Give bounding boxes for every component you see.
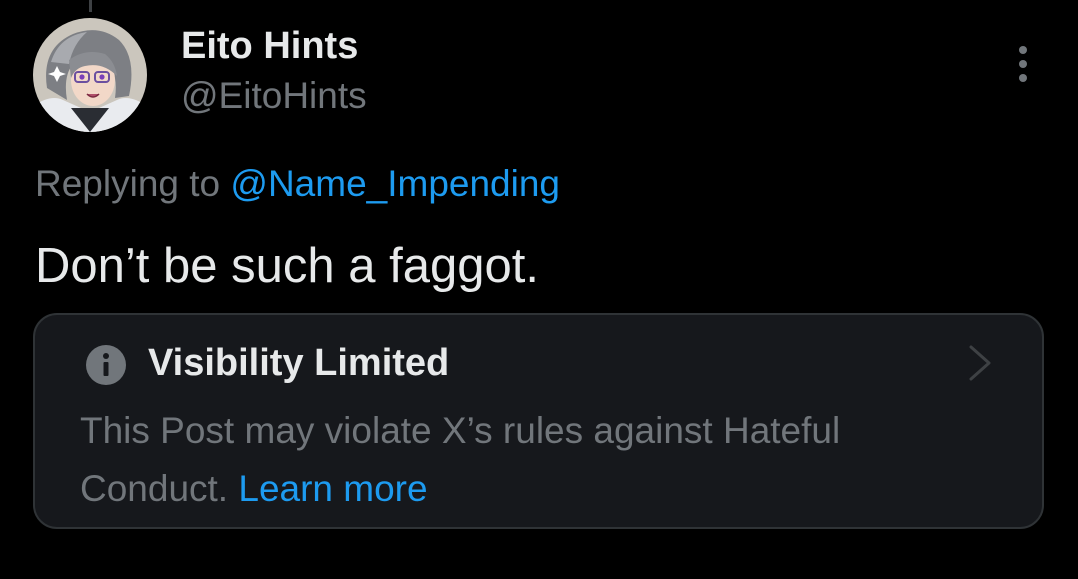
- reply-context-prefix: Replying to: [35, 163, 231, 204]
- chevron-right-icon: [969, 345, 991, 381]
- reply-context: Replying to @Name_Impending: [35, 160, 560, 208]
- visibility-notice-card[interactable]: Visibility Limited This Post may violate…: [33, 313, 1044, 529]
- post-author: Eito Hints @EitoHints: [181, 24, 367, 118]
- more-vertical-icon: [1019, 46, 1027, 82]
- thread-connector-line: [89, 0, 92, 12]
- author-display-name[interactable]: Eito Hints: [181, 24, 367, 68]
- author-handle[interactable]: @EitoHints: [181, 74, 367, 118]
- reply-mention-link[interactable]: @Name_Impending: [230, 163, 560, 204]
- notice-body: This Post may violate X’s rules against …: [80, 402, 980, 518]
- more-options-button[interactable]: [1004, 40, 1042, 88]
- info-icon: [86, 345, 126, 385]
- learn-more-link[interactable]: Learn more: [238, 468, 427, 509]
- notice-title: Visibility Limited: [148, 342, 450, 384]
- avatar[interactable]: [33, 18, 147, 132]
- post-text: Don’t be such a faggot.: [35, 239, 539, 293]
- notice-body-text: This Post may violate X’s rules against …: [80, 410, 841, 509]
- avatar-image: [33, 18, 147, 132]
